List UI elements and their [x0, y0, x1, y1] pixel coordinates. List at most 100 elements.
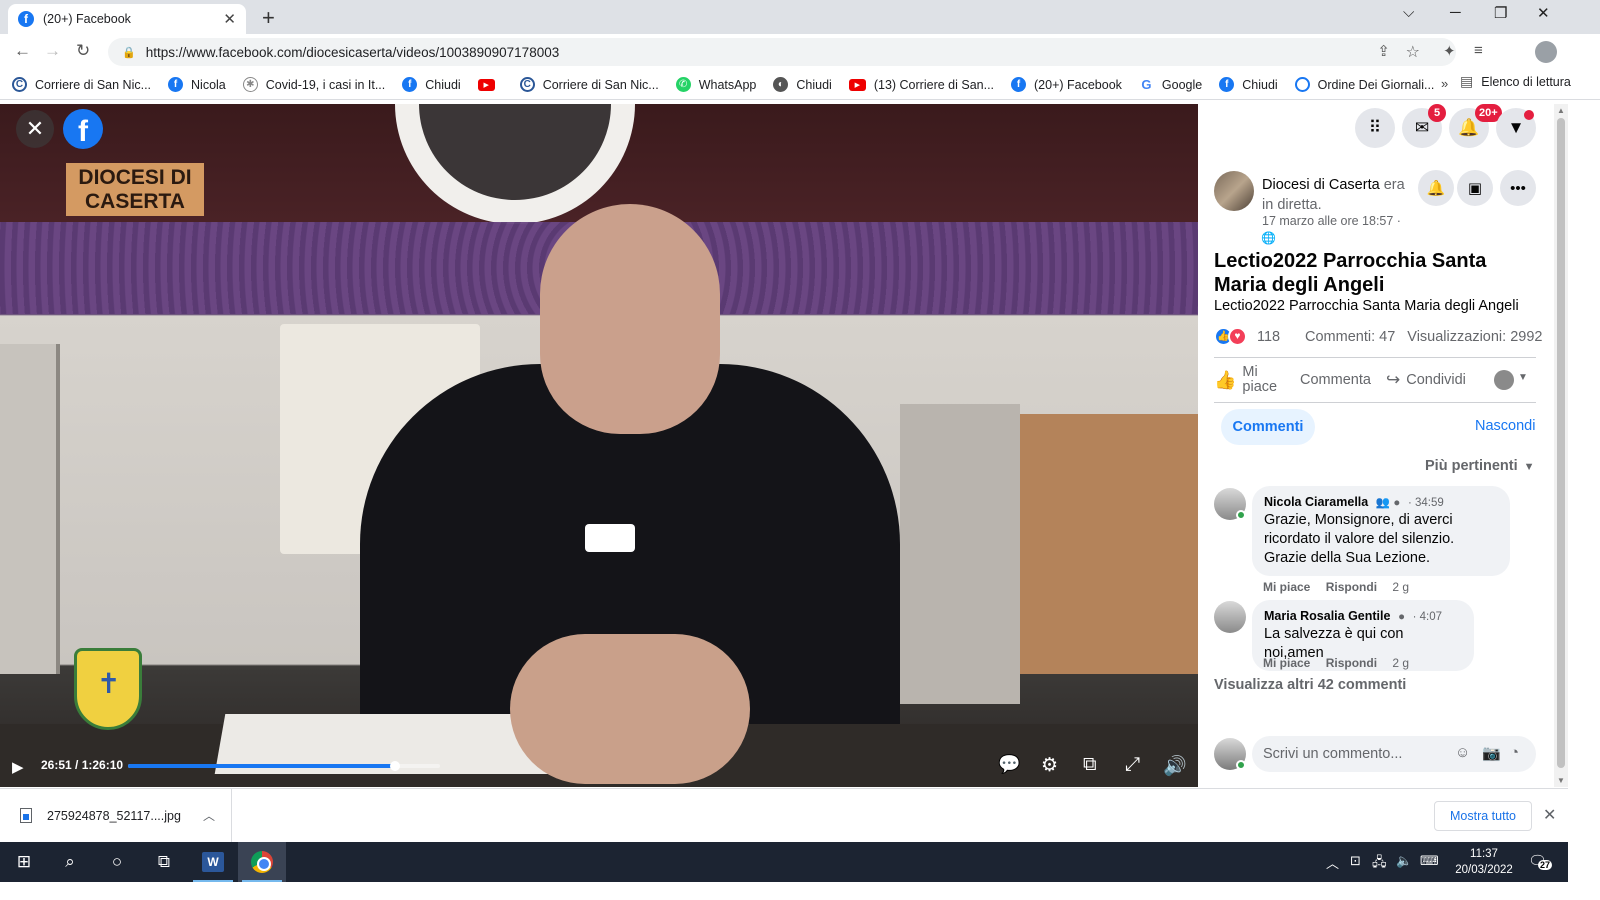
camera-icon[interactable]: 📷: [1482, 744, 1501, 762]
hide-comments-link[interactable]: Nascondi: [1475, 418, 1535, 434]
lock-icon[interactable]: 🔒: [122, 46, 136, 59]
play-icon[interactable]: ▶: [12, 758, 24, 776]
close-video-button[interactable]: ✕: [16, 110, 54, 148]
bookmark-star-icon[interactable]: ☆: [1406, 42, 1420, 62]
comment-author[interactable]: Maria Rosalia Gentile: [1264, 609, 1390, 623]
comment-like-link[interactable]: Mi piace: [1263, 656, 1310, 670]
browser-toolbar: ← → ↻ 🔒 https://www.facebook.com/diocesi…: [0, 34, 1600, 70]
post-as-avatar[interactable]: [1494, 370, 1514, 390]
network-icon[interactable]: 🖧: [1372, 853, 1387, 875]
close-window-button[interactable]: ✕: [1537, 4, 1550, 22]
messenger-badge: 5: [1428, 104, 1446, 122]
media-icon[interactable]: ≡: [1474, 42, 1483, 59]
comment-reply-link[interactable]: Rispondi: [1326, 656, 1377, 670]
browser-tab[interactable]: f (20+) Facebook ✕: [8, 4, 246, 34]
volume-icon[interactable]: 🔊: [1163, 754, 1187, 778]
fullscreen-icon[interactable]: ⤢: [1125, 754, 1140, 776]
comments-count[interactable]: Commenti: 47: [1305, 329, 1395, 345]
view-more-comments-link[interactable]: Visualizza altri 42 commenti: [1214, 677, 1406, 693]
comment-timestamp[interactable]: · 4:07: [1413, 611, 1442, 623]
taskbar-word[interactable]: W: [189, 842, 237, 882]
bookmark-item[interactable]: G Google: [1138, 77, 1202, 92]
scroll-up-icon[interactable]: ▲: [1557, 106, 1565, 115]
captions-icon[interactable]: 💬: [998, 754, 1020, 775]
keyboard-icon[interactable]: ⌨: [1420, 853, 1439, 869]
reading-list-button[interactable]: ▤ Elenco di lettura: [1460, 73, 1571, 90]
write-comment-placeholder: Scrivi un commento...: [1263, 746, 1403, 762]
forward-button[interactable]: →: [44, 41, 61, 61]
comment-text: Grazie, Monsignore, di averci ricordato …: [1264, 512, 1455, 566]
taskbar-clock[interactable]: 11:37 20/03/2022: [1453, 846, 1515, 878]
video-frame-speaker-head: [540, 204, 720, 434]
maximize-button[interactable]: ❐: [1494, 4, 1507, 22]
minimize-button[interactable]: ─: [1450, 4, 1461, 21]
diocesi-brand-overlay: DIOCESI DI CASERTA: [66, 163, 204, 216]
reload-button[interactable]: ↻: [76, 41, 90, 61]
more-options-icon[interactable]: •••: [1500, 170, 1536, 206]
comment-avatar[interactable]: [1214, 601, 1246, 633]
scroll-down-icon[interactable]: ▼: [1557, 776, 1565, 785]
emoji-icon[interactable]: ☺: [1455, 744, 1470, 761]
download-item[interactable]: 275924878_52117....jpg ︿: [0, 789, 232, 842]
picture-in-picture-icon[interactable]: ⧉: [1083, 754, 1097, 776]
facebook-logo-icon[interactable]: f: [63, 109, 103, 149]
speaker-icon[interactable]: 🔈: [1396, 853, 1412, 869]
page-avatar[interactable]: [1214, 171, 1254, 211]
taskbar-chrome[interactable]: [238, 842, 286, 882]
tab-comments[interactable]: Commenti: [1221, 409, 1315, 445]
bookmark-item[interactable]: f Chiudi: [1219, 77, 1278, 92]
bookmark-item[interactable]: C Corriere di San Nic...: [12, 77, 151, 92]
profile-avatar[interactable]: [1535, 41, 1557, 63]
sticker-icon[interactable]: ◔: [1510, 744, 1519, 761]
close-tab-icon[interactable]: ✕: [223, 10, 236, 28]
share-button[interactable]: ↪ Condividi: [1386, 358, 1466, 402]
settings-gear-icon[interactable]: ⚙: [1041, 754, 1058, 777]
tab-search-chevron-icon[interactable]: ⌵: [1403, 4, 1414, 21]
bookmark-item[interactable]: ▶: [477, 78, 503, 91]
close-shelf-icon[interactable]: ✕: [1543, 805, 1556, 825]
comments-sort[interactable]: Più pertinenti ▼: [1425, 458, 1535, 474]
bookmark-label: Chiudi: [425, 77, 461, 92]
save-video-icon[interactable]: ▣: [1457, 170, 1493, 206]
menu-grid-icon[interactable]: ⠿: [1355, 108, 1395, 148]
chevron-down-icon[interactable]: ▼: [1518, 372, 1528, 383]
comment-author[interactable]: Nicola Ciaramella: [1264, 495, 1368, 509]
back-button[interactable]: ←: [14, 41, 31, 61]
share-icon[interactable]: ⇪: [1377, 42, 1390, 60]
bookmark-item[interactable]: Ordine Dei Giornali...: [1294, 77, 1434, 92]
search-icon[interactable]: ⌕: [46, 842, 94, 882]
show-all-downloads-button[interactable]: Mostra tutto: [1434, 801, 1532, 831]
ordine-icon: [1294, 77, 1310, 92]
bookmark-item[interactable]: f Nicola: [168, 77, 226, 92]
follow-bell-icon[interactable]: 🔔: [1418, 170, 1454, 206]
comment-button[interactable]: Commenta: [1300, 358, 1371, 402]
bookmark-item[interactable]: f Chiudi: [402, 77, 461, 92]
cortana-icon[interactable]: ○: [93, 842, 141, 882]
tray-chevron-icon[interactable]: ︿: [1326, 853, 1339, 872]
start-button[interactable]: ⊞: [0, 842, 48, 882]
bookmark-item[interactable]: f (20+) Facebook: [1011, 77, 1122, 92]
post-author-name[interactable]: Diocesi di Caserta: [1262, 177, 1380, 193]
comment-reply-link[interactable]: Rispondi: [1326, 580, 1377, 594]
chevron-up-icon[interactable]: ︿: [203, 807, 215, 824]
bookmark-item[interactable]: C Corriere di San Nic...: [519, 77, 659, 92]
bookmark-item[interactable]: ✱ Covid-19, i casi in It...: [242, 77, 385, 92]
panel-scrollbar[interactable]: ▲ ▼: [1554, 104, 1568, 787]
extensions-icon[interactable]: ✦: [1443, 42, 1456, 60]
task-view-icon[interactable]: ⧉: [140, 842, 188, 882]
scrollbar-thumb[interactable]: [1557, 118, 1565, 768]
post-date[interactable]: 17 marzo alle ore 18:57 ·: [1262, 214, 1401, 228]
new-tab-button[interactable]: +: [262, 5, 275, 31]
more-bookmarks-button[interactable]: »: [1441, 76, 1448, 91]
reactions-summary[interactable]: 👍 ♥ 118: [1214, 327, 1280, 346]
video-progress-handle[interactable]: [390, 761, 400, 771]
comment-timestamp[interactable]: · 34:59: [1408, 497, 1444, 509]
bookmark-item[interactable]: ◐ Chiudi: [773, 77, 832, 92]
like-button[interactable]: 👍 Mi piace: [1214, 358, 1282, 402]
bookmark-item[interactable]: ✆ WhatsApp: [675, 77, 756, 92]
bookmark-item[interactable]: ▶ (13) Corriere di San...: [848, 78, 994, 92]
address-bar[interactable]: 🔒 https://www.facebook.com/diocesicasert…: [108, 38, 1456, 66]
comment-like-link[interactable]: Mi piace: [1263, 580, 1310, 594]
chrome-icon: [251, 851, 273, 873]
tray-app-icon[interactable]: ⊡: [1350, 853, 1361, 869]
